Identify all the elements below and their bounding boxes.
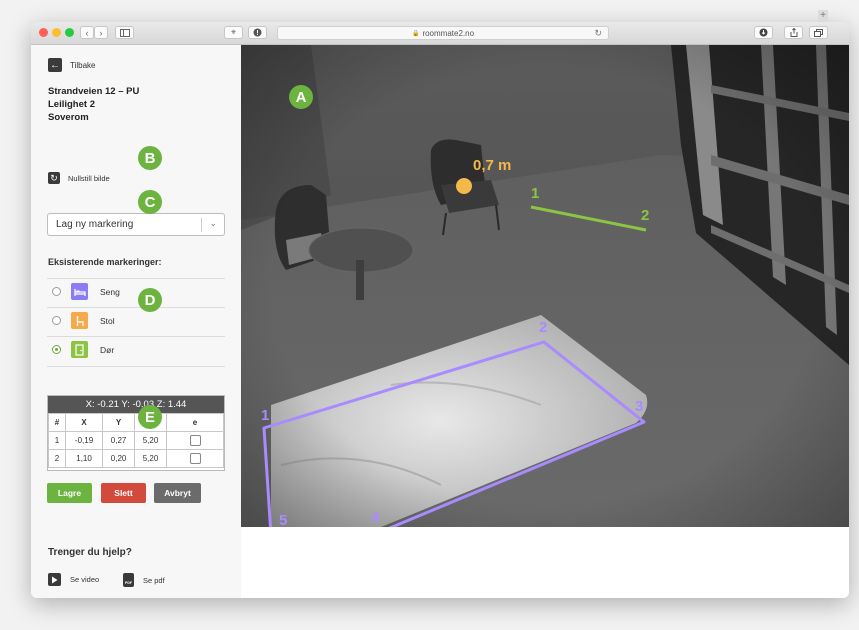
content-background (241, 527, 849, 598)
marking-item-dor[interactable]: Dør (47, 336, 225, 365)
divider (47, 366, 225, 367)
minimize-window-button[interactable] (52, 28, 61, 37)
reset-image-button[interactable]: ↻ Nullstill bilde (48, 172, 110, 184)
callout-a: A (289, 85, 313, 109)
column-header: X (64, 413, 104, 432)
save-button[interactable]: Lagre (47, 483, 92, 503)
coordinates-panel: X: -0.21 Y: -0.03 Z: 1.44 # X Y Z e 1 -0… (47, 395, 225, 471)
reset-image-label[interactable]: Nullstill bilde (68, 174, 110, 183)
open-pdf-link[interactable]: PDF Se pdf (123, 573, 165, 587)
point-number: 1 (48, 431, 66, 450)
point-edit-cell (166, 449, 224, 468)
callout-e: E (138, 405, 162, 429)
url-text: roommate2.no (422, 28, 475, 38)
point-z: 5,20 (134, 431, 167, 450)
marking-label: Dør (100, 345, 115, 355)
reload-icon[interactable]: ↻ (594, 28, 602, 39)
door-point-label: 2 (641, 207, 649, 224)
cancel-button[interactable]: Avbryt (154, 483, 201, 503)
callout-c: C (138, 190, 162, 214)
point-number: 2 (48, 449, 66, 468)
back-nav-icon[interactable]: ‹ (80, 26, 94, 39)
lock-icon: 🔒 (411, 30, 420, 37)
browser-window: ‹ › ⌖ 🔒 roommate2.no ↻ ← Tilbake Strandv… (31, 22, 849, 598)
bed-point-label: 2 (539, 319, 547, 336)
cursor-coordinates: X: -0.21 Y: -0.03 Z: 1.44 (48, 396, 224, 413)
callout-d: D (138, 288, 162, 312)
point-z: 5,20 (134, 449, 167, 468)
room-title: Soverom (48, 112, 89, 123)
pdf-label[interactable]: Se pdf (143, 576, 165, 585)
privacy-icon[interactable] (248, 26, 267, 39)
delete-button[interactable]: Slett (101, 483, 146, 503)
bed-point-label: 3 (635, 398, 643, 415)
refresh-icon[interactable]: ↻ (48, 172, 60, 184)
marking-radio-selected[interactable] (52, 345, 61, 354)
bed-point-label: 5 (279, 512, 287, 527)
table-row: 1 -0,19 0,27 5,20 (48, 431, 224, 450)
new-marking-select[interactable]: Lag ny markering ⌄ (47, 213, 225, 236)
marking-item-stol[interactable]: Stol (47, 307, 225, 336)
camera-canvas[interactable]: 1 2 0,7 m 1 2 3 4 5 (241, 45, 849, 527)
chevron-down-icon[interactable]: ⌄ (209, 218, 217, 229)
door-point-label: 1 (531, 185, 539, 202)
chair-marking-dot[interactable] (456, 178, 472, 194)
coordinates-table: # X Y Z e 1 -0,19 0,27 5,20 2 1,10 0,20 (48, 413, 224, 468)
tabs-overview-icon[interactable] (809, 26, 828, 39)
bed-icon (71, 283, 88, 300)
address-bar[interactable]: 🔒 roommate2.no ↻ (277, 26, 609, 40)
distance-label: 0,7 m (473, 157, 511, 174)
table-row: 2 1,10 0,20 5,20 (48, 449, 224, 468)
pdf-icon[interactable]: PDF (123, 573, 134, 587)
point-edit-cell (166, 431, 224, 450)
point-x: 1,10 (64, 449, 104, 468)
help-title: Trenger du hjelp? (48, 547, 132, 558)
browser-toolbar: ‹ › ⌖ 🔒 roommate2.no ↻ (31, 22, 849, 45)
arrow-left-icon[interactable]: ← (48, 58, 62, 72)
door-icon (71, 341, 88, 358)
callout-b: B (138, 146, 162, 170)
share-icon[interactable] (784, 26, 803, 39)
column-header: Y (102, 413, 136, 432)
existing-markings-title: Eksisterende markeringer: (48, 257, 162, 267)
bed-point-label: 1 (261, 407, 269, 424)
marking-radio[interactable] (52, 287, 61, 296)
new-tab-button[interactable]: + (818, 10, 828, 22)
zoom-window-button[interactable] (65, 28, 74, 37)
select-divider (201, 218, 202, 232)
marking-label: Stol (100, 316, 115, 326)
new-marking-value: Lag ny markering (56, 219, 134, 230)
point-x: -0,19 (64, 431, 104, 450)
crosshair-icon[interactable]: ⌖ (224, 26, 243, 39)
column-header: e (166, 413, 224, 432)
bed-point-label: 4 (371, 509, 380, 526)
point-y: 0,20 (102, 449, 136, 468)
point-y: 0,27 (102, 431, 136, 450)
address-title: Strandveien 12 – PU (48, 86, 140, 97)
point-edit-checkbox[interactable] (189, 453, 201, 464)
back-label[interactable]: Tilbake (70, 61, 96, 70)
column-header: # (48, 413, 66, 432)
marking-radio[interactable] (52, 316, 61, 325)
forward-nav-icon[interactable]: › (94, 26, 108, 39)
sidebar: ← Tilbake Strandveien 12 – PU Leilighet … (31, 45, 241, 598)
marking-label: Seng (100, 287, 120, 297)
apartment-title: Leilighet 2 (48, 99, 95, 110)
close-window-button[interactable] (39, 28, 48, 37)
sidebar-toggle-icon[interactable] (115, 26, 134, 39)
play-icon[interactable] (48, 573, 61, 586)
watch-video-link[interactable]: Se video (48, 573, 99, 586)
camera-view[interactable]: 1 2 0,7 m 1 2 3 4 5 (241, 45, 849, 527)
table-header-row: # X Y Z e (48, 413, 224, 432)
marking-item-seng[interactable]: Seng (47, 278, 225, 307)
download-icon[interactable] (754, 26, 773, 39)
chair-icon (71, 312, 88, 329)
point-edit-checkbox[interactable] (189, 435, 201, 446)
video-label[interactable]: Se video (70, 575, 99, 584)
vignette (241, 45, 849, 527)
back-link[interactable]: ← Tilbake (48, 58, 96, 72)
